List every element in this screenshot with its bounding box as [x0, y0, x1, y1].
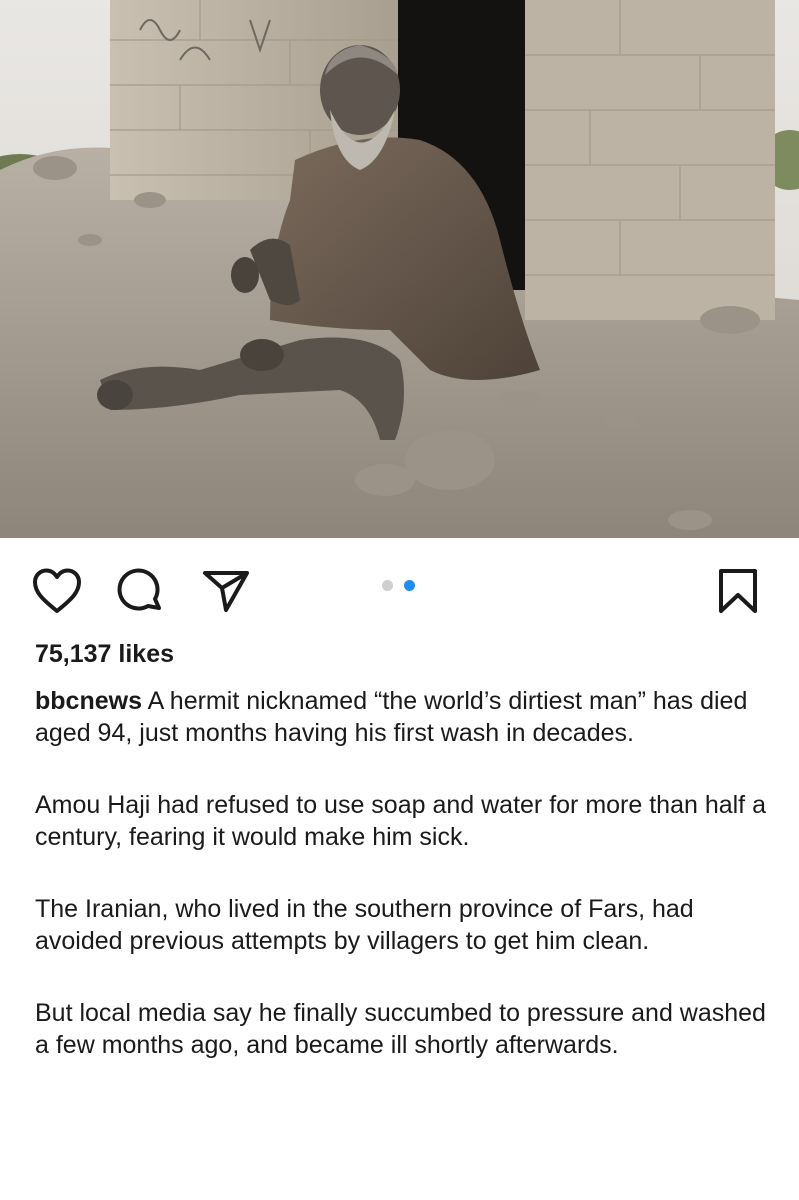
username[interactable]: bbcnews [35, 687, 142, 715]
caption-text: A hermit nicknamed “the world’s dirtiest… [35, 687, 748, 747]
post-photo-image [0, 0, 799, 538]
caption-paragraph: bbcnews A hermit nicknamed “the world’s … [35, 686, 775, 749]
caption-paragraph: The Iranian, who lived in the southern p… [35, 895, 694, 955]
caption-paragraph: Amou Haji had refused to use soap and wa… [35, 791, 766, 851]
carousel-dot-1[interactable] [382, 580, 393, 591]
bookmark-icon[interactable] [718, 568, 758, 614]
comment-bubble-icon[interactable] [117, 568, 165, 616]
caption-paragraph: But local media say he finally succumbed… [35, 999, 766, 1059]
likes-count[interactable]: 75,137 likes [35, 640, 174, 669]
post-action-bar [0, 538, 799, 638]
post-photo[interactable] [0, 0, 799, 538]
post-caption: bbcnews A hermit nicknamed “the world’s … [35, 686, 775, 1102]
paper-plane-icon[interactable] [202, 569, 250, 613]
carousel-dot-2-active[interactable] [404, 580, 415, 591]
heart-icon[interactable] [32, 568, 82, 614]
